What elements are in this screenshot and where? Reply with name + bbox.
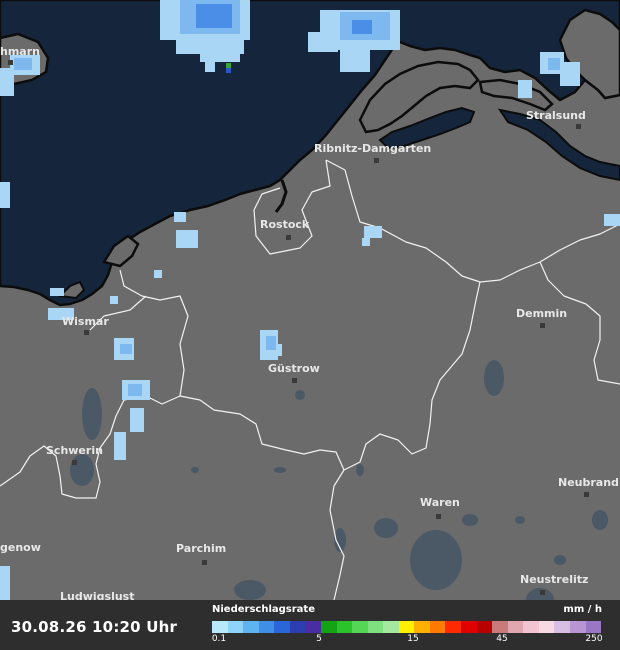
city-name: Parchim xyxy=(176,542,226,555)
legend-tick: 5 xyxy=(316,634,322,644)
legend-swatch xyxy=(429,621,446,633)
city-name: Wismar xyxy=(62,315,109,328)
legend-title: Niederschlagsrate xyxy=(212,604,315,615)
legend-tick: 0.1 xyxy=(211,634,227,644)
legend-swatch xyxy=(352,621,368,633)
city-name: Neubrand xyxy=(558,476,619,489)
legend-swatch xyxy=(507,621,524,633)
city-name: Rostock xyxy=(260,218,310,231)
legend-ticks: 0.1 5 15 45 250 xyxy=(0,634,620,648)
city-grabow[interactable]: genow xyxy=(0,541,41,554)
legend-swatch xyxy=(243,621,259,633)
city-name: Demmin xyxy=(516,307,567,320)
legend-swatch xyxy=(274,621,290,633)
legend-swatch xyxy=(367,621,384,633)
legend-swatch xyxy=(445,621,461,633)
legend-swatch xyxy=(289,621,306,633)
legend-unit: mm / h xyxy=(563,604,602,615)
radar-map[interactable]: hmarn Stralsund Ribnitz-Damgarten Rostoc… xyxy=(0,0,620,600)
legend-swatch xyxy=(227,621,244,633)
city-name: Stralsund xyxy=(526,109,586,122)
legend-color-scale xyxy=(212,621,602,633)
legend-swatch xyxy=(554,621,570,633)
legend-swatch xyxy=(461,621,477,633)
legend-swatch xyxy=(212,621,228,633)
legend-swatch xyxy=(305,621,321,633)
city-name: Ludwigslust xyxy=(60,590,134,600)
legend-tick: 15 xyxy=(407,634,419,644)
city-ludwigslust[interactable]: Ludwigslust xyxy=(60,590,134,600)
legend-swatch xyxy=(523,621,539,633)
legend-swatch xyxy=(585,621,602,633)
city-name: hmarn xyxy=(0,45,40,58)
legend-swatch xyxy=(492,621,508,633)
legend-swatch xyxy=(398,621,415,633)
city-name: genow xyxy=(0,541,41,554)
legend-swatch xyxy=(538,621,555,633)
legend-swatch xyxy=(336,621,353,633)
legend-swatch xyxy=(258,621,275,633)
city-name: Neustrelitz xyxy=(520,573,588,586)
legend-swatch xyxy=(383,621,399,633)
legend-swatch xyxy=(476,621,493,633)
city-name: Güstrow xyxy=(268,362,320,375)
legend-swatch xyxy=(320,621,337,633)
map-canvas: hmarn Stralsund Ribnitz-Damgarten Rostoc… xyxy=(0,0,620,600)
legend-swatch xyxy=(569,621,586,633)
city-name: Ribnitz-Damgarten xyxy=(314,142,431,155)
city-name: Waren xyxy=(420,496,460,509)
legend-tick: 250 xyxy=(585,634,603,644)
legend-tick: 45 xyxy=(496,634,508,644)
city-name: Schwerin xyxy=(46,444,103,457)
legend-swatch xyxy=(414,621,430,633)
